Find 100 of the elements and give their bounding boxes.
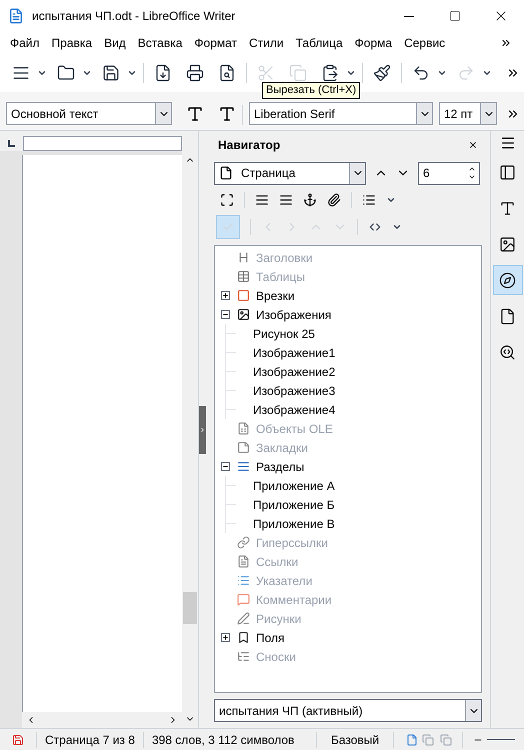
image-icon [237,308,250,321]
menu-item[interactable]: Сервис [398,34,452,52]
caret-icon[interactable] [346,68,356,78]
collapse-icon[interactable] [220,310,230,319]
tree-item[interactable]: Врезки [256,286,295,304]
tree-item[interactable]: Приложение В [253,514,335,532]
dropdown-button[interactable] [480,103,496,124]
tree-item[interactable]: Изображение4 [253,400,336,418]
menu-item[interactable]: Форма [348,34,398,52]
menu-item[interactable]: Вставка [132,34,188,52]
inspector-icon [499,344,516,360]
maximize-icon [449,10,461,22]
redo-icon [457,64,475,82]
caret-icon[interactable] [127,68,137,78]
dropdown-button[interactable] [349,162,365,184]
save-status-icon [12,734,24,746]
style-update-icon[interactable] [186,105,204,123]
increment-icon[interactable] [468,165,476,173]
dropdown-button[interactable] [416,103,432,124]
menu-item[interactable]: Стили [243,34,290,52]
folder-icon [57,64,75,82]
paperclip-icon[interactable] [327,193,341,207]
scrollbar-thumb[interactable] [183,592,197,624]
decrement-icon[interactable] [468,173,476,181]
save-icon [102,64,120,82]
list-icon[interactable] [279,193,293,207]
tree-item[interactable]: Изображения [256,306,332,324]
collapse-icon[interactable] [220,462,230,471]
scissors-icon [257,64,275,82]
tooltip: Вырезать (Ctrl+X) [262,82,360,99]
sections-icon [237,460,250,473]
menu-item[interactable]: Файл [4,34,46,52]
document-search-icon [218,64,236,82]
tree-item[interactable]: Приложение А [253,476,335,494]
dropdown-button[interactable] [155,103,171,124]
tree-item[interactable]: Разделы [256,458,304,476]
expand-icon[interactable] [220,291,230,300]
paragraph-style-field[interactable]: Основной текст [6,102,172,125]
single-page-view-icon[interactable] [406,734,418,746]
tree-item[interactable]: Изображение2 [253,362,336,380]
caret-icon[interactable] [82,68,92,78]
caret-icon[interactable] [37,68,47,78]
chevron-right-icon [199,426,206,434]
page-number-field[interactable]: 6 [418,162,480,184]
undo-icon [412,64,430,82]
brush-icon [373,64,391,82]
window-title: испытания ЧП.odt - LibreOffice Writer [32,8,236,25]
page-icon [499,308,516,324]
tree-item[interactable]: Поля [256,628,285,646]
table-icon [237,270,250,283]
caret-icon[interactable] [437,68,447,78]
new-style-icon[interactable] [218,105,236,123]
frame-icon [237,289,250,302]
pen-icon [237,612,250,625]
copy-icon [289,64,307,82]
expand-icon[interactable] [220,633,230,642]
sidebar-tab[interactable] [492,265,522,295]
properties-icon [499,164,516,180]
document-dropdown[interactable]: испытания ЧП (активный) [214,699,482,722]
page-style: Базовый [330,732,380,748]
menu-item[interactable]: Таблица [290,34,349,52]
close-icon[interactable] [468,140,478,150]
clipboard-icon [321,64,339,82]
tree-item[interactable]: Изображение1 [253,344,336,362]
caret-icon[interactable] [392,222,402,232]
footnote-icon [237,650,250,663]
collapse-handle[interactable] [199,406,206,454]
tree-item[interactable]: Изображение3 [253,382,336,400]
caret-icon[interactable] [386,195,396,205]
styles-icon [499,200,516,216]
check-button[interactable] [216,215,240,239]
page-icon [219,166,233,180]
horizontal-scrollbar[interactable] [22,712,182,728]
comment-icon [237,593,250,606]
reference-icon [237,555,250,568]
tab-stop-icon[interactable] [8,140,15,146]
heading-icon [237,251,250,264]
menu-icon[interactable] [500,135,516,151]
dropdown-button[interactable] [465,700,481,721]
index-icon [237,574,250,587]
word-count: 398 слов, 3 112 символов [150,732,296,748]
menu-item[interactable]: Вид [98,34,132,52]
tree-item[interactable]: Рисунок 25 [253,324,315,342]
font-name-field[interactable]: Liberation Serif [249,102,433,125]
check-icon [222,221,234,233]
font-size-field[interactable]: 12 пт [439,102,497,125]
list-icon[interactable] [255,193,269,207]
list-icon [12,64,30,82]
menu-item[interactable]: Правка [46,34,98,52]
anchor-icon[interactable] [303,193,317,207]
navigate-by-dropdown[interactable]: Страница [214,162,366,184]
menu-item[interactable]: Формат [188,34,244,52]
tree-item[interactable]: Приложение Б [253,496,335,514]
overflow-icon[interactable] [500,37,512,49]
outline-icon[interactable] [362,193,376,207]
link-icon [237,536,250,549]
focus-icon[interactable] [220,193,234,207]
panel-title: Навигатор [218,137,280,154]
gallery-icon [499,236,516,252]
printer-icon [186,64,204,82]
